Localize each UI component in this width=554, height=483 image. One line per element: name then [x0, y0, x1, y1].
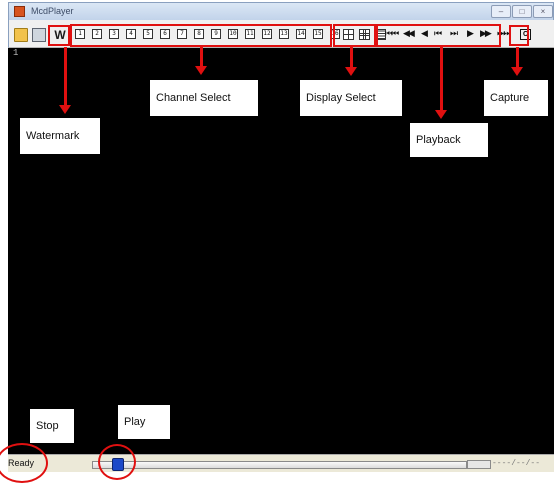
- display-select-callout: Display Select: [300, 80, 402, 116]
- app-icon: [14, 6, 25, 17]
- watermark-arrow: [59, 47, 71, 114]
- print-icon[interactable]: [32, 28, 46, 42]
- display-select-arrow: [345, 47, 357, 76]
- close-icon[interactable]: ×: [533, 5, 553, 18]
- play-highlight-circle: [98, 444, 136, 480]
- watermark-highlight-box: [48, 25, 70, 46]
- playback-callout: Playback: [410, 123, 488, 157]
- capture-callout: Capture: [484, 80, 548, 116]
- channel-select-highlight-box: [70, 24, 332, 47]
- seek-end-box: [467, 460, 491, 469]
- minimize-icon[interactable]: –: [491, 5, 511, 18]
- window-controls: – □ ×: [491, 5, 553, 18]
- playback-arrow: [435, 47, 447, 119]
- maximize-icon[interactable]: □: [512, 5, 532, 18]
- channel-number: 1: [13, 48, 19, 58]
- capture-highlight-box: [509, 25, 529, 46]
- playback-highlight-box: [376, 24, 501, 47]
- video-area[interactable]: 1: [8, 48, 554, 454]
- channel-select-arrow: [195, 47, 207, 75]
- seek-bar[interactable]: [92, 461, 467, 469]
- stop-highlight-circle: [0, 443, 48, 483]
- open-folder-icon[interactable]: [14, 28, 28, 42]
- display-select-highlight-box: [333, 24, 376, 47]
- title-bar: McdPlayer – □ ×: [8, 2, 554, 20]
- time-display: ----/--/--: [492, 459, 541, 468]
- stop-callout: Stop: [30, 409, 74, 443]
- capture-arrow: [511, 47, 523, 76]
- window-title: McdPlayer: [31, 6, 74, 16]
- status-bar: Ready ----/--/--: [8, 454, 554, 472]
- play-callout: Play: [118, 405, 170, 439]
- channel-select-callout: Channel Select: [150, 80, 258, 116]
- watermark-callout: Watermark: [20, 118, 100, 154]
